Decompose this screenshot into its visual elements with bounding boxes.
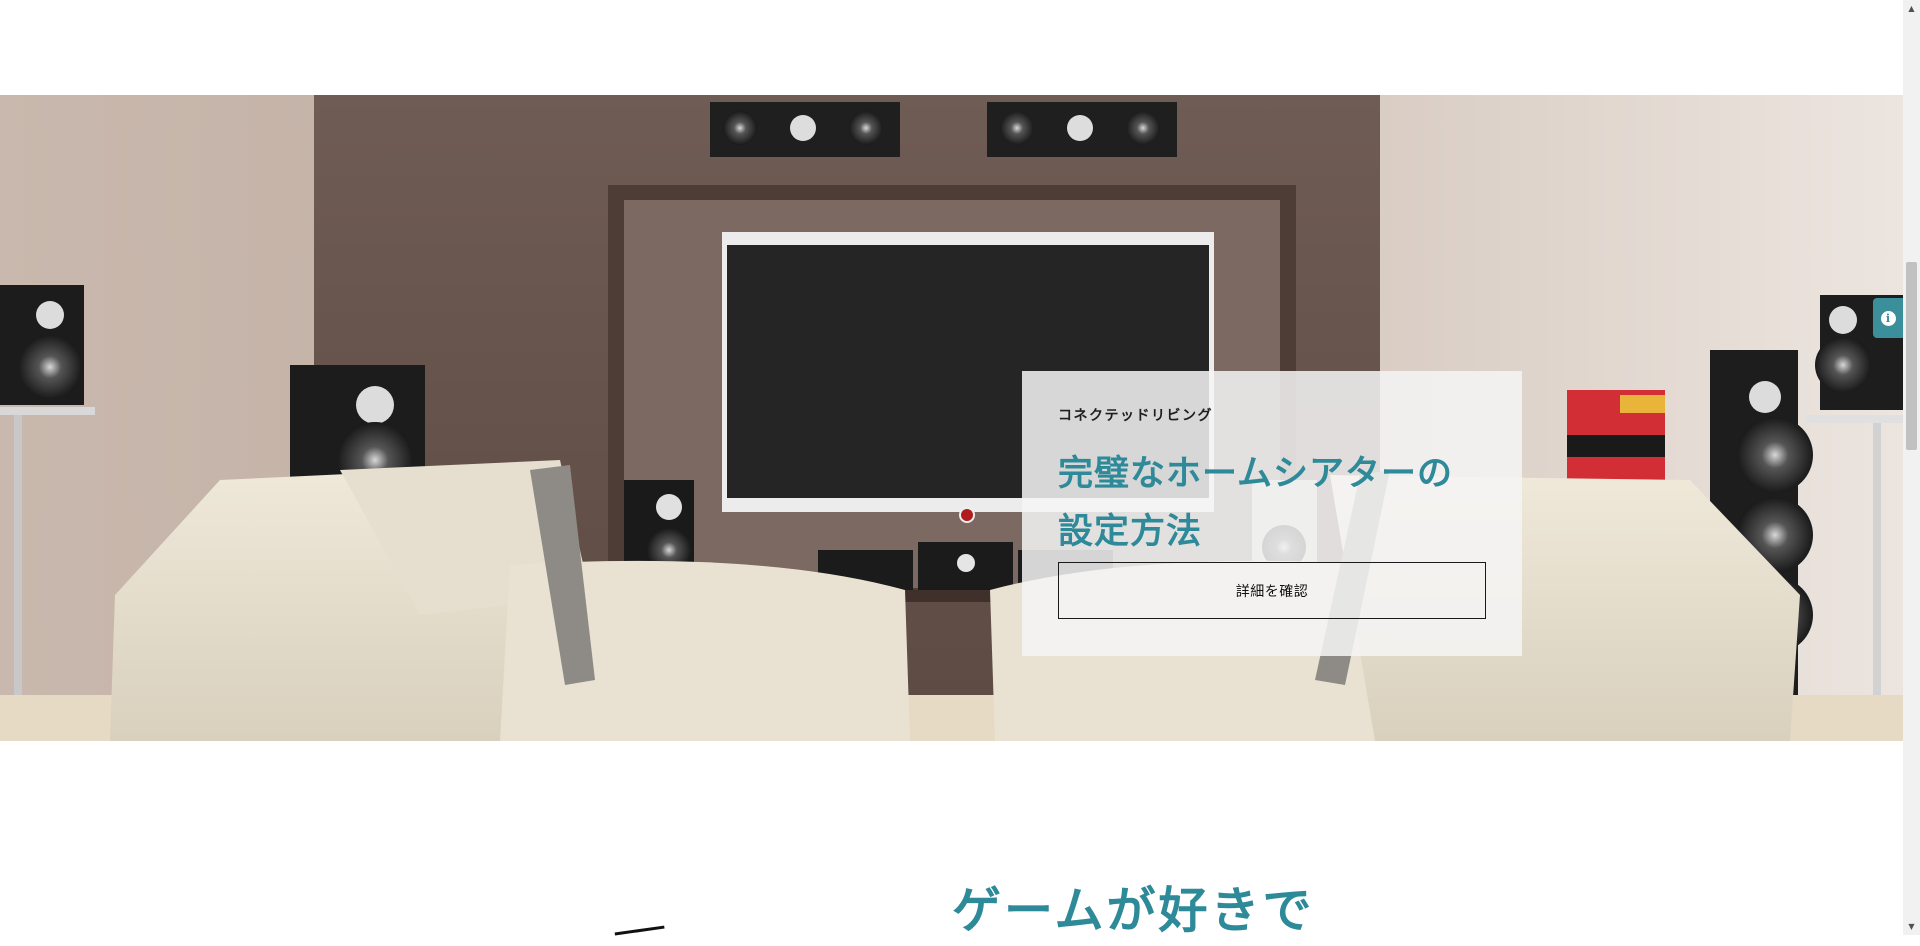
- info-icon: i: [1880, 310, 1896, 326]
- card-headline-line2: 設定方法: [1058, 512, 1203, 552]
- feature-card: コネクテッドリビング 完璧なホームシアターの 設定方法 詳細を確認: [1022, 371, 1522, 656]
- card-headline-line1: 完璧なホームシアターの: [1058, 454, 1453, 494]
- section-heading: ゲームが好きで: [952, 882, 1315, 939]
- info-tab[interactable]: i: [1873, 298, 1903, 338]
- device-image-edge: [614, 925, 666, 942]
- scrollbar[interactable]: ▲ ▼: [1903, 0, 1920, 935]
- card-eyebrow: コネクテッドリビング: [1058, 408, 1213, 424]
- scroll-up-arrow-icon[interactable]: ▲: [1903, 0, 1920, 17]
- learn-more-button[interactable]: 詳細を確認: [1058, 562, 1486, 619]
- hero-banner: コネクテッドリビング 完璧なホームシアターの 設定方法 詳細を確認: [0, 95, 1903, 741]
- home-theater-photo: [0, 95, 1903, 741]
- card-headline: 完璧なホームシアターの 設定方法: [1058, 445, 1486, 561]
- scrollbar-thumb[interactable]: [1906, 262, 1917, 450]
- scroll-down-arrow-icon[interactable]: ▼: [1903, 918, 1920, 935]
